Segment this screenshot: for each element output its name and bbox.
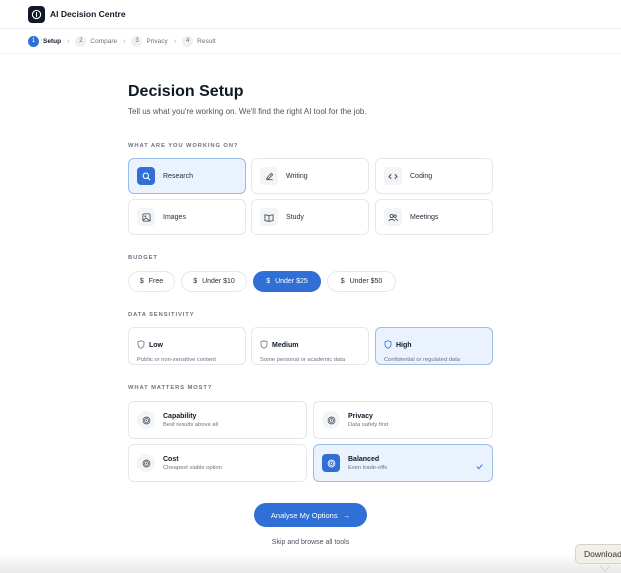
sensitivity-desc: Public or non-sensitive content bbox=[137, 357, 216, 363]
chevron-right-icon: › bbox=[173, 37, 177, 45]
app-title: AI Decision Centre bbox=[50, 9, 126, 19]
priority-title: Balanced bbox=[348, 455, 380, 463]
section-label-priority: WHAT MATTERS MOST? bbox=[128, 385, 213, 391]
bottom-fade bbox=[0, 553, 621, 573]
stepper: 1 Setup › 2 Compare › 3 Privacy › 4 Resu… bbox=[28, 35, 216, 47]
sensitivity-title: High bbox=[396, 341, 412, 349]
sensitivity-title: Low bbox=[149, 341, 163, 349]
sensitivity-title: Medium bbox=[272, 341, 299, 349]
page-subtitle: Tell us what you're working on. We'll fi… bbox=[128, 107, 367, 116]
shield-icon bbox=[137, 336, 145, 354]
priority-option-capability[interactable]: Capability Best results above all bbox=[128, 401, 307, 439]
book-icon bbox=[260, 208, 278, 226]
step-privacy[interactable]: 3 Privacy bbox=[131, 35, 168, 47]
dollar-icon: $ bbox=[193, 278, 198, 285]
download-button[interactable]: Download bbox=[575, 544, 621, 564]
section-label-task: WHAT ARE YOU WORKING ON? bbox=[128, 143, 239, 149]
code-icon bbox=[384, 167, 402, 185]
task-option-label: Research bbox=[163, 172, 193, 180]
budget-option-label: Free bbox=[148, 278, 164, 285]
task-option-meetings[interactable]: Meetings bbox=[375, 199, 493, 235]
dollar-icon: $ bbox=[340, 278, 345, 285]
shield-icon bbox=[260, 336, 268, 354]
step-number: 1 bbox=[28, 35, 39, 47]
dollar-icon: $ bbox=[266, 278, 271, 285]
priority-desc: Cheapest viable option bbox=[163, 464, 222, 471]
sensitivity-desc: Confidential or regulated data bbox=[384, 357, 461, 363]
sensitivity-option-low[interactable]: Low Public or non-sensitive content bbox=[128, 327, 246, 365]
section-label-budget: BUDGET bbox=[128, 255, 158, 261]
task-option-label: Images bbox=[163, 213, 186, 221]
target-icon bbox=[137, 411, 155, 429]
task-option-label: Writing bbox=[286, 172, 308, 180]
dollar-icon: $ bbox=[139, 278, 144, 285]
task-option-writing[interactable]: Writing bbox=[251, 158, 369, 194]
task-option-label: Coding bbox=[410, 172, 433, 180]
logo-icon bbox=[28, 5, 45, 23]
target-icon bbox=[322, 411, 340, 429]
budget-option-under-10[interactable]: $ Under $10 bbox=[181, 271, 247, 292]
budget-option-label: Under $50 bbox=[349, 278, 383, 285]
budget-option-label: Under $10 bbox=[202, 278, 235, 285]
task-option-study[interactable]: Study bbox=[251, 199, 369, 235]
priority-desc: Data safety first bbox=[348, 421, 389, 428]
image-icon bbox=[137, 208, 155, 226]
chevron-right-icon: › bbox=[123, 37, 126, 45]
priority-title: Cost bbox=[163, 455, 179, 463]
skip-browse-link[interactable]: Skip and browse all tools bbox=[254, 539, 367, 546]
search-icon bbox=[137, 167, 155, 185]
sensitivity-option-medium[interactable]: Medium Some personal or academic data bbox=[251, 327, 369, 365]
budget-option-under-25[interactable]: $ Under $25 bbox=[253, 271, 321, 292]
priority-option-privacy[interactable]: Privacy Data safety first bbox=[313, 401, 493, 439]
step-setup[interactable]: 1 Setup bbox=[28, 35, 62, 47]
step-label: Privacy bbox=[146, 37, 168, 45]
task-option-label: Study bbox=[286, 213, 304, 221]
app-header: AI Decision Centre bbox=[0, 0, 621, 29]
step-label: Compare bbox=[90, 37, 118, 45]
task-option-label: Meetings bbox=[410, 213, 439, 221]
target-icon bbox=[322, 454, 340, 472]
step-label: Setup bbox=[43, 37, 62, 45]
priority-option-cost[interactable]: Cost Cheapest viable option bbox=[128, 444, 307, 482]
step-label: Result bbox=[197, 37, 216, 45]
priority-desc: Even trade-offs bbox=[348, 464, 388, 471]
priority-title: Privacy bbox=[348, 412, 373, 420]
step-number: 3 bbox=[131, 35, 143, 47]
task-option-coding[interactable]: Coding bbox=[375, 158, 493, 194]
shield-icon bbox=[384, 336, 392, 354]
priority-desc: Best results above all bbox=[163, 421, 219, 428]
step-number: 4 bbox=[182, 35, 194, 47]
chevron-right-icon: › bbox=[67, 37, 70, 45]
task-option-research[interactable]: Research bbox=[128, 158, 246, 194]
sensitivity-desc: Some personal or academic data bbox=[260, 357, 346, 363]
analyse-options-button[interactable]: Analyse My Options → bbox=[254, 503, 367, 527]
step-result[interactable]: 4 Result bbox=[182, 35, 216, 47]
step-compare[interactable]: 2 Compare bbox=[75, 35, 118, 47]
budget-option-under-50[interactable]: $ Under $50 bbox=[327, 271, 396, 292]
sensitivity-option-high[interactable]: High Confidential or regulated data bbox=[375, 327, 493, 365]
task-option-images[interactable]: Images bbox=[128, 199, 246, 235]
section-label-sensitivity: DATA SENSITIVITY bbox=[128, 312, 195, 318]
analyse-options-label: Analyse My Options bbox=[270, 510, 338, 520]
checkmark-icon bbox=[475, 458, 484, 476]
pencil-icon bbox=[260, 167, 278, 185]
step-number: 2 bbox=[75, 35, 87, 47]
budget-option-free[interactable]: $ Free bbox=[128, 271, 175, 292]
budget-option-label: Under $25 bbox=[275, 278, 308, 285]
target-icon bbox=[137, 454, 155, 472]
priority-title: Capability bbox=[163, 412, 197, 420]
users-icon bbox=[384, 208, 402, 226]
page-title: Decision Setup bbox=[128, 83, 244, 100]
arrow-right-icon: → bbox=[342, 510, 351, 520]
priority-option-balanced[interactable]: Balanced Even trade-offs bbox=[313, 444, 493, 482]
divider bbox=[0, 53, 621, 54]
